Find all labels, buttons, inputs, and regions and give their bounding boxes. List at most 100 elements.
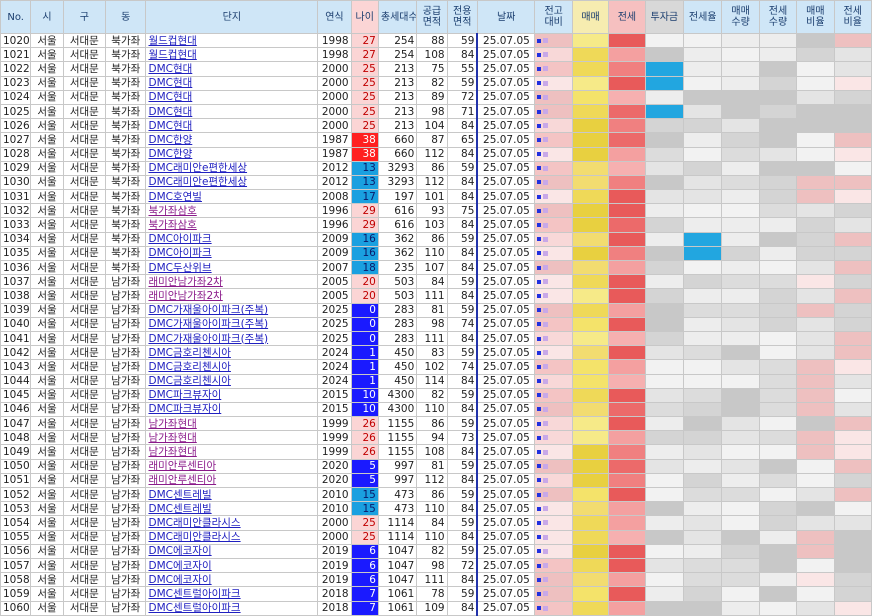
complex-name-link[interactable]: DMC현대: [145, 61, 319, 77]
table-row[interactable]: 1042 서울 서대문 남가좌 DMC금호리첸시아 2024 1 450 83 59 25.07.0…: [0, 345, 872, 361]
complex-name-link[interactable]: DMC파크뷰자이: [145, 387, 319, 403]
table-row[interactable]: 1055 서울 서대문 남가좌 DMC래미안클라시스 2000 25 1114 110 84 25.…: [0, 529, 872, 545]
complex-name-link[interactable]: DMC가재울아이파크(주복): [145, 302, 319, 318]
complex-name-link[interactable]: DMC래미안e편한세상: [145, 174, 319, 191]
complex-name-link[interactable]: DMC가재울아이파크(주복): [145, 330, 319, 347]
table-row[interactable]: 1035 서울 서대문 북가좌 DMC아이파크 2009 16 362 110 84 25.07.0…: [0, 245, 872, 262]
complex-name-link[interactable]: DMC센트레빌: [145, 486, 319, 503]
complex-name-link[interactable]: 래미안남가좌2차: [145, 274, 319, 290]
table-row[interactable]: 1058 서울 서대문 남가좌 DMC에코자이 2019 6 1047 111 84 25.07.0…: [0, 572, 872, 588]
column-header[interactable]: 단지: [145, 0, 319, 34]
table-row[interactable]: 1025 서울 서대문 북가좌 DMC현대 2000 25 213 98 71 25.07.05: [0, 103, 872, 120]
complex-name-link[interactable]: DMC에코자이: [145, 572, 319, 588]
complex-name-link[interactable]: DMC아이파크: [145, 245, 319, 262]
column-header[interactable]: 전고 대비: [534, 0, 573, 34]
table-row[interactable]: 1051 서울 서대문 남가좌 래미안루센티아 2020 5 997 112 84 25.07.05: [0, 472, 872, 489]
table-row[interactable]: 1041 서울 서대문 남가좌 DMC가재울아이파크(주복) 2025 0 283 111 84 2…: [0, 330, 872, 347]
complex-name-link[interactable]: DMC에코자이: [145, 543, 319, 559]
column-header[interactable]: 전세 수량: [758, 0, 798, 34]
table-row[interactable]: 1057 서울 서대문 남가좌 DMC에코자이 2019 6 1047 98 72 25.07.05: [0, 557, 872, 574]
table-row[interactable]: 1032 서울 서대문 북가좌 북가좌삼호 1996 29 616 93 75 25.07.05: [0, 203, 872, 219]
table-row[interactable]: 1038 서울 서대문 남가좌 래미안남가좌2차 2005 20 503 111 84 25.07.…: [0, 288, 872, 304]
complex-name-link[interactable]: DMC금호리첸시아: [145, 345, 319, 361]
column-header[interactable]: 나이: [350, 0, 379, 34]
table-row[interactable]: 1056 서울 서대문 남가좌 DMC에코자이 2019 6 1047 82 59 25.07.05: [0, 543, 872, 559]
complex-name-link[interactable]: 래미안루센티아: [145, 458, 319, 474]
column-header[interactable]: 구: [62, 0, 107, 34]
table-row[interactable]: 1028 서울 서대문 북가좌 DMC한양 1987 38 660 112 84 25.07.05: [0, 146, 872, 162]
complex-name-link[interactable]: DMC현대: [145, 89, 319, 105]
complex-name-link[interactable]: 남가좌현대: [145, 444, 319, 460]
column-header[interactable]: 전용 면적: [446, 0, 478, 34]
table-row[interactable]: 1045 서울 서대문 남가좌 DMC파크뷰자이 2015 10 4300 82 59 25.07.…: [0, 387, 872, 403]
complex-name-link[interactable]: DMC한양: [145, 146, 319, 162]
column-header[interactable]: 시: [30, 0, 64, 34]
column-header[interactable]: 전세율: [682, 0, 723, 34]
complex-name-link[interactable]: DMC한양: [145, 132, 319, 148]
table-row[interactable]: 1030 서울 서대문 북가좌 DMC래미안e편한세상 2012 13 3293 112 84 25…: [0, 174, 872, 191]
complex-name-link[interactable]: DMC현대: [145, 103, 319, 120]
complex-name-link[interactable]: DMC센트럴아이파크: [145, 600, 319, 616]
table-row[interactable]: 1046 서울 서대문 남가좌 DMC파크뷰자이 2015 10 4300 110 84 25.07…: [0, 401, 872, 418]
column-header[interactable]: 전세: [608, 0, 646, 34]
table-row[interactable]: 1023 서울 서대문 북가좌 DMC현대 2000 25 213 82 59 25.07.05: [0, 75, 872, 91]
column-header[interactable]: 매매 수량: [721, 0, 760, 34]
table-row[interactable]: 1024 서울 서대문 북가좌 DMC현대 2000 25 213 89 72 25.07.05: [0, 89, 872, 105]
complex-name-link[interactable]: DMC가재울아이파크(주복): [145, 316, 319, 332]
table-row[interactable]: 1043 서울 서대문 남가좌 DMC금호리첸시아 2024 1 450 102 74 25.07.…: [0, 359, 872, 375]
column-header[interactable]: 전세 비율: [833, 0, 872, 34]
table-row[interactable]: 1020 서울 서대문 북가좌 월드컵현대 1998 27 254 88 59 25.07.05: [0, 32, 872, 49]
column-header[interactable]: 투자금: [644, 0, 685, 34]
table-row[interactable]: 1040 서울 서대문 남가좌 DMC가재울아이파크(주복) 2025 0 283 98 74 25…: [0, 316, 872, 332]
table-row[interactable]: 1048 서울 서대문 남가좌 남가좌현대 1999 26 1155 94 73 25.07.05: [0, 430, 872, 446]
complex-name-link[interactable]: DMC래미안e편한세상: [145, 160, 319, 176]
complex-name-link[interactable]: 월드컵현대: [145, 47, 319, 63]
table-row[interactable]: 1052 서울 서대문 남가좌 DMC센트레빌 2010 15 473 86 59 25.07.05: [0, 486, 872, 503]
complex-name-link[interactable]: 북가좌삼호: [145, 217, 319, 233]
table-row[interactable]: 1034 서울 서대문 북가좌 DMC아이파크 2009 16 362 86 59 25.07.05: [0, 231, 872, 247]
complex-name-link[interactable]: DMC호연빌: [145, 189, 319, 205]
table-row[interactable]: 1033 서울 서대문 북가좌 북가좌삼호 1996 29 616 103 84 25.07.05: [0, 217, 872, 233]
complex-name-link[interactable]: DMC에코자이: [145, 557, 319, 574]
complex-name-link[interactable]: DMC센트럴아이파크: [145, 586, 319, 602]
complex-name-link[interactable]: DMC아이파크: [145, 231, 319, 247]
table-row[interactable]: 1050 서울 서대문 남가좌 래미안루센티아 2020 5 997 81 59 25.07.05: [0, 458, 872, 474]
table-row[interactable]: 1044 서울 서대문 남가좌 DMC금호리첸시아 2024 1 450 114 84 25.07.…: [0, 373, 872, 389]
table-row[interactable]: 1027 서울 서대문 북가좌 DMC한양 1987 38 660 87 65 25.07.05: [0, 132, 872, 148]
table-row[interactable]: 1029 서울 서대문 북가좌 DMC래미안e편한세상 2012 13 3293 86 59 25.…: [0, 160, 872, 176]
table-row[interactable]: 1021 서울 서대문 북가좌 월드컵현대 1998 27 254 108 84 25.07.05: [0, 47, 872, 63]
column-header[interactable]: 매매: [571, 0, 610, 34]
table-row[interactable]: 1039 서울 서대문 남가좌 DMC가재울아이파크(주복) 2025 0 283 81 59 25…: [0, 302, 872, 318]
column-header[interactable]: 연식: [317, 0, 352, 34]
complex-name-link[interactable]: DMC현대: [145, 75, 319, 91]
complex-name-link[interactable]: 래미안루센티아: [145, 472, 319, 489]
column-header[interactable]: 동: [105, 0, 147, 34]
complex-name-link[interactable]: DMC금호리첸시아: [145, 373, 319, 389]
column-header[interactable]: 날짜: [476, 0, 536, 34]
table-row[interactable]: 1031 서울 서대문 북가좌 DMC호연빌 2008 17 197 101 84 25.07.05: [0, 189, 872, 205]
table-row[interactable]: 1037 서울 서대문 남가좌 래미안남가좌2차 2005 20 503 84 59 25.07.0…: [0, 274, 872, 290]
table-row[interactable]: 1060 서울 서대문 남가좌 DMC센트럴아이파크 2018 7 1061 109 84 25.0…: [0, 600, 872, 616]
complex-name-link[interactable]: 남가좌현대: [145, 416, 319, 432]
complex-name-link[interactable]: 래미안남가좌2차: [145, 288, 319, 304]
table-row[interactable]: 1059 서울 서대문 남가좌 DMC센트럴아이파크 2018 7 1061 78 59 25.07…: [0, 586, 872, 602]
table-row[interactable]: 1026 서울 서대문 북가좌 DMC현대 2000 25 213 104 84 25.07.05: [0, 118, 872, 134]
complex-name-link[interactable]: DMC래미안클라시스: [145, 515, 319, 531]
complex-name-link[interactable]: DMC두산위브: [145, 259, 319, 276]
column-header[interactable]: 매매 비율: [796, 0, 835, 34]
table-row[interactable]: 1049 서울 서대문 남가좌 남가좌현대 1999 26 1155 108 84 25.07.05: [0, 444, 872, 460]
complex-name-link[interactable]: DMC센트레빌: [145, 501, 319, 517]
complex-name-link[interactable]: DMC파크뷰자이: [145, 401, 319, 418]
table-row[interactable]: 1053 서울 서대문 남가좌 DMC센트레빌 2010 15 473 110 84 25.07.0…: [0, 501, 872, 517]
complex-name-link[interactable]: DMC래미안클라시스: [145, 529, 319, 545]
complex-name-link[interactable]: 남가좌현대: [145, 430, 319, 446]
complex-name-link[interactable]: DMC금호리첸시아: [145, 359, 319, 375]
column-header[interactable]: 총세대수: [377, 0, 418, 34]
table-row[interactable]: 1022 서울 서대문 북가좌 DMC현대 2000 25 213 75 55 25.07.05: [0, 61, 872, 77]
table-row[interactable]: 1047 서울 서대문 남가좌 남가좌현대 1999 26 1155 86 59 25.07.05: [0, 416, 872, 432]
complex-name-link[interactable]: 북가좌삼호: [145, 203, 319, 219]
column-header[interactable]: 공급 면적: [416, 0, 448, 34]
complex-name-link[interactable]: DMC현대: [145, 118, 319, 134]
table-row[interactable]: 1036 서울 서대문 북가좌 DMC두산위브 2007 18 235 107 84 25.07.0…: [0, 259, 872, 276]
column-header[interactable]: No.: [0, 0, 32, 34]
